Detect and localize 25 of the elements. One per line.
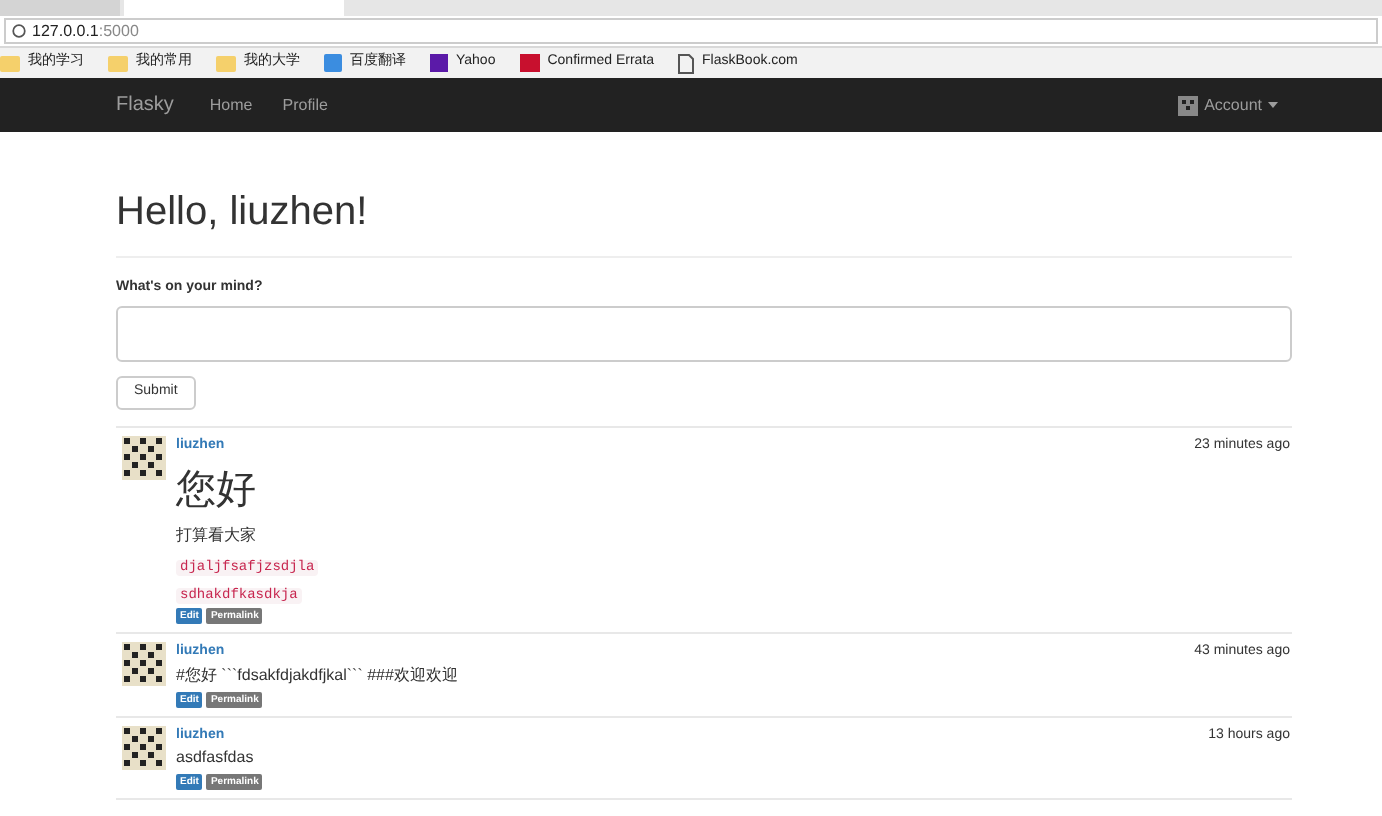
- page-icon: [678, 53, 695, 73]
- folder-icon: [108, 55, 128, 71]
- account-menu[interactable]: Account: [1204, 93, 1262, 117]
- address-bar[interactable]: 127.0.0.1:5000: [4, 18, 1378, 44]
- identicon-avatar: [122, 435, 166, 479]
- caret-icon: [1268, 102, 1278, 108]
- browser-tab[interactable]: [0, 0, 120, 16]
- url-host: 127.0.0.1: [32, 19, 99, 43]
- post-input-field[interactable]: [116, 305, 1292, 361]
- identicon-avatar: [1178, 95, 1199, 115]
- nav-link[interactable]: Profile: [282, 93, 328, 117]
- identicon-avatar: [122, 725, 166, 769]
- url-port: :5000: [98, 19, 139, 43]
- post-heading: 您好: [176, 466, 258, 516]
- folder-icon: [216, 55, 236, 71]
- greeting-heading: Hello, liuzhen!: [116, 188, 370, 236]
- folder-icon: [0, 55, 20, 71]
- post-text: asdfasfdas: [176, 746, 256, 770]
- identicon-avatar: [122, 642, 166, 686]
- post-text: 打算看大家: [176, 524, 258, 548]
- browser-tab[interactable]: [124, 0, 344, 16]
- nav-link[interactable]: Home: [209, 93, 253, 117]
- post-text: #您好 ```fdsakfdjakdfjkal``` ###欢迎欢迎: [176, 663, 460, 687]
- info-icon: [12, 24, 26, 38]
- brand-link[interactable]: Flasky: [116, 90, 174, 120]
